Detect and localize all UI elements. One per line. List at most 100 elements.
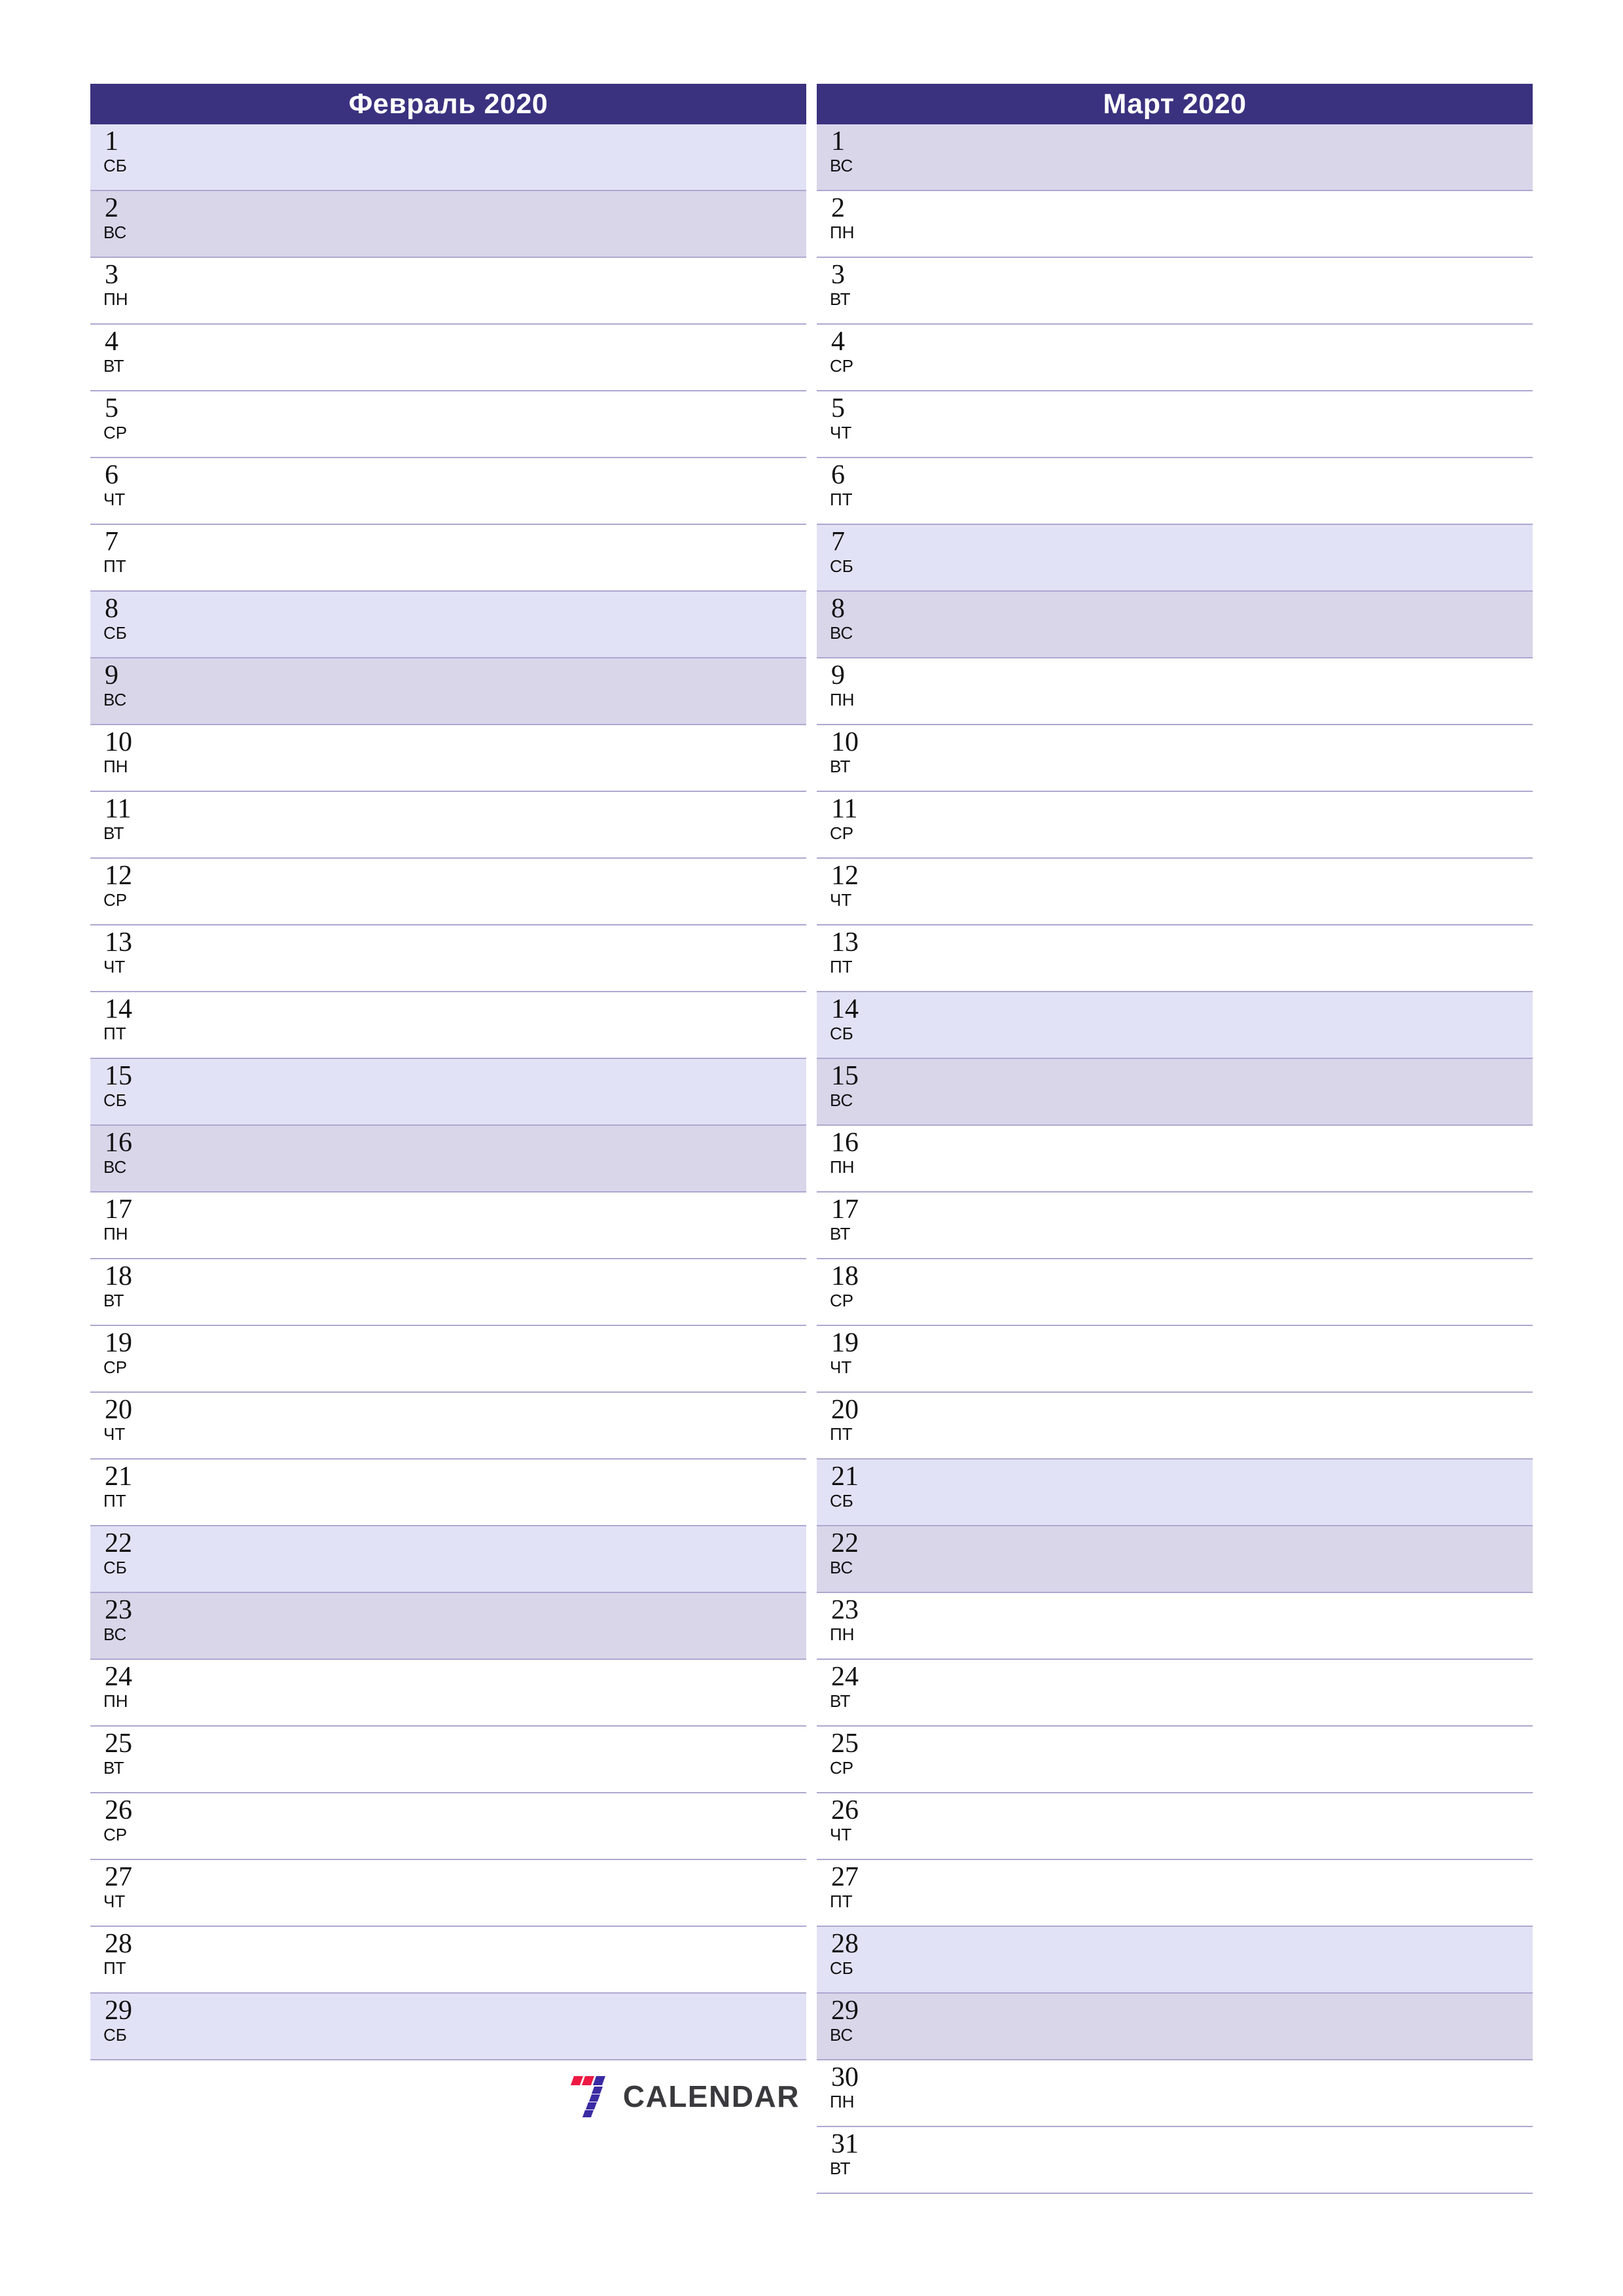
day-of-week-label: ПН (830, 223, 855, 242)
day-row[interactable]: 26 ЧТ (817, 1793, 1533, 1860)
planner-page: Февраль 2020 1 СБ 2 ВС 3 ПН 4 ВТ 5 СР 6 ЧТ 7 ПТ 8 СБ 9 ВС… (0, 0, 1623, 2296)
day-of-week-label: СБ (830, 1024, 853, 1043)
day-row[interactable]: 16 ПН (817, 1126, 1533, 1193)
day-row[interactable]: 13 ЧТ (90, 925, 806, 992)
day-row[interactable]: 4 СР (817, 325, 1533, 391)
day-row[interactable]: 15 СБ (90, 1059, 806, 1126)
day-row[interactable]: 8 ВС (817, 592, 1533, 658)
day-row[interactable]: 10 ПН (90, 725, 806, 792)
day-row[interactable]: 17 ВТ (817, 1193, 1533, 1259)
day-row[interactable]: 29 СБ (90, 1994, 806, 2060)
day-of-week-label: ПН (103, 1691, 128, 1711)
day-of-week-label: ВС (103, 1157, 127, 1177)
day-row[interactable]: 25 ВТ (90, 1727, 806, 1793)
day-number: 7 (831, 527, 845, 557)
day-row[interactable]: 27 ЧТ (90, 1860, 806, 1927)
day-row[interactable]: 27 ПТ (817, 1860, 1533, 1927)
day-row[interactable]: 16 ВС (90, 1126, 806, 1193)
day-number: 16 (831, 1128, 859, 1158)
day-of-week-label: ВТ (830, 2159, 851, 2178)
day-of-week-label: ПТ (830, 1424, 853, 1444)
day-row[interactable]: 29 ВС (817, 1994, 1533, 2060)
day-number: 10 (105, 727, 132, 757)
day-number: 4 (105, 327, 118, 357)
day-number: 10 (831, 727, 859, 757)
month-title-right: Март 2020 (817, 84, 1533, 124)
day-row[interactable]: 22 ВС (817, 1526, 1533, 1593)
day-number: 17 (105, 1194, 132, 1225)
day-row[interactable]: 20 ЧТ (90, 1393, 806, 1460)
day-row[interactable]: 21 ПТ (90, 1460, 806, 1526)
day-of-week-label: ПТ (103, 1491, 126, 1511)
day-row[interactable]: 3 ПН (90, 258, 806, 325)
day-row[interactable]: 19 ЧТ (817, 1326, 1533, 1393)
day-of-week-label: ПН (830, 690, 855, 709)
day-row[interactable]: 20 ПТ (817, 1393, 1533, 1460)
day-row[interactable]: 25 СР (817, 1727, 1533, 1793)
day-number: 11 (831, 794, 858, 824)
day-number: 21 (105, 1462, 132, 1492)
day-row[interactable]: 8 СБ (90, 592, 806, 658)
day-row[interactable]: 10 ВТ (817, 725, 1533, 792)
day-row[interactable]: 7 ПТ (90, 525, 806, 592)
day-row[interactable]: 24 ПН (90, 1660, 806, 1727)
month-title-left: Февраль 2020 (90, 84, 806, 124)
day-of-week-label: СР (830, 1758, 854, 1778)
day-row[interactable]: 26 СР (90, 1793, 806, 1860)
day-row[interactable]: 14 ПТ (90, 992, 806, 1059)
day-row[interactable]: 28 ПТ (90, 1927, 806, 1994)
day-row[interactable]: 5 СР (90, 391, 806, 458)
day-row[interactable]: 9 ПН (817, 658, 1533, 725)
day-row[interactable]: 11 СР (817, 792, 1533, 859)
day-number: 11 (105, 794, 132, 824)
day-row[interactable]: 31 ВТ (817, 2127, 1533, 2194)
day-row[interactable]: 3 ВТ (817, 258, 1533, 325)
day-number: 20 (105, 1395, 132, 1425)
day-row[interactable]: 23 ПН (817, 1593, 1533, 1660)
day-number: 8 (831, 594, 845, 624)
day-row[interactable]: 1 СБ (90, 124, 806, 191)
day-number: 12 (831, 861, 859, 891)
day-row[interactable]: 30 ПН (817, 2060, 1533, 2127)
day-of-week-label: ПТ (103, 556, 126, 576)
day-of-week-label: СБ (103, 1558, 127, 1577)
day-row[interactable]: 21 СБ (817, 1460, 1533, 1526)
day-number: 26 (831, 1795, 859, 1825)
day-row[interactable]: 1 ВС (817, 124, 1533, 191)
day-list-left: 1 СБ 2 ВС 3 ПН 4 ВТ 5 СР 6 ЧТ 7 ПТ 8 СБ 9 ВС 10 ПН 11 ВТ 12 СР 1… (90, 124, 806, 2060)
day-row[interactable]: 9 ВС (90, 658, 806, 725)
day-of-week-label: ВС (830, 2025, 853, 2045)
day-row[interactable]: 19 СР (90, 1326, 806, 1393)
day-row[interactable]: 24 ВТ (817, 1660, 1533, 1727)
day-row[interactable]: 17 ПН (90, 1193, 806, 1259)
day-of-week-label: СБ (830, 1958, 853, 1978)
day-row[interactable]: 13 ПТ (817, 925, 1533, 992)
day-number: 22 (831, 1528, 859, 1558)
day-row[interactable]: 28 СБ (817, 1927, 1533, 1994)
day-row[interactable]: 18 СР (817, 1259, 1533, 1326)
day-of-week-label: ВС (830, 156, 853, 175)
day-row[interactable]: 6 ЧТ (90, 458, 806, 525)
day-row[interactable]: 5 ЧТ (817, 391, 1533, 458)
day-number: 23 (831, 1595, 859, 1625)
day-number: 31 (831, 2129, 859, 2159)
day-row[interactable]: 12 ЧТ (817, 859, 1533, 925)
day-number: 4 (831, 327, 845, 357)
day-row[interactable]: 15 ВС (817, 1059, 1533, 1126)
day-row[interactable]: 7 СБ (817, 525, 1533, 592)
day-row[interactable]: 2 ВС (90, 191, 806, 258)
day-row[interactable]: 4 ВТ (90, 325, 806, 391)
day-number: 24 (831, 1662, 859, 1692)
day-of-week-label: ПН (830, 2092, 855, 2111)
day-row[interactable]: 23 ВС (90, 1593, 806, 1660)
day-number: 20 (831, 1395, 859, 1425)
day-row[interactable]: 18 ВТ (90, 1259, 806, 1326)
day-row[interactable]: 14 СБ (817, 992, 1533, 1059)
day-row[interactable]: 6 ПТ (817, 458, 1533, 525)
day-number: 2 (831, 193, 845, 223)
day-of-week-label: ЧТ (103, 1892, 126, 1911)
day-row[interactable]: 12 СР (90, 859, 806, 925)
day-row[interactable]: 22 СБ (90, 1526, 806, 1593)
day-row[interactable]: 2 ПН (817, 191, 1533, 258)
day-row[interactable]: 11 ВТ (90, 792, 806, 859)
